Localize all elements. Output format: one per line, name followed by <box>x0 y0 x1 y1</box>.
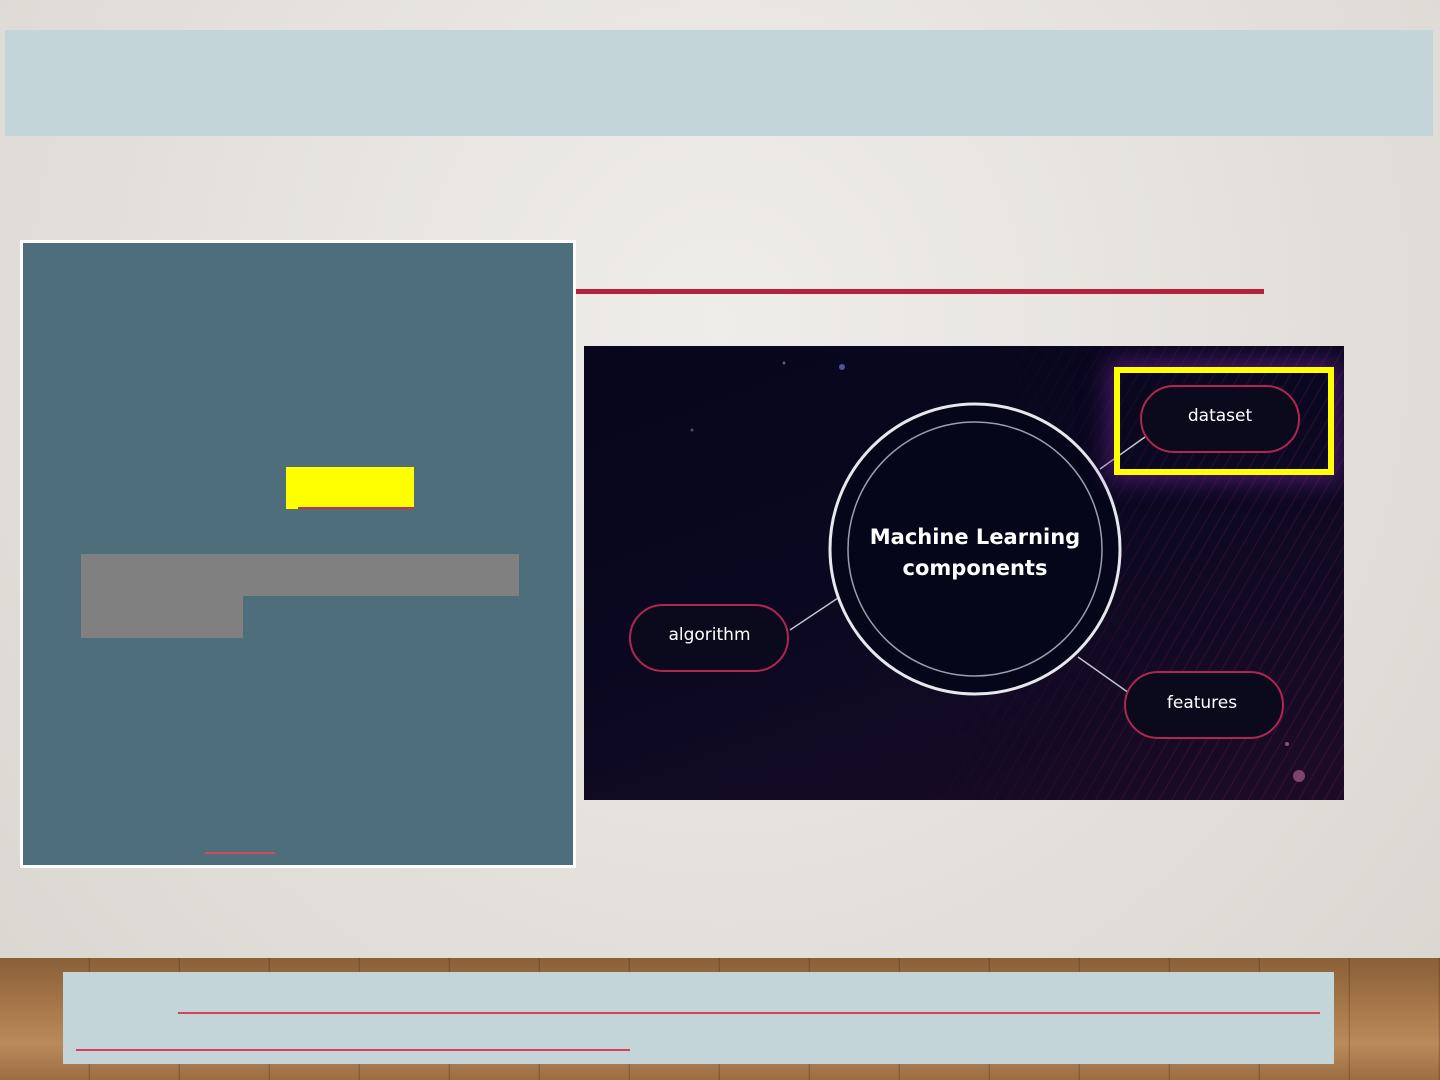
center-title-line2: components <box>902 556 1048 580</box>
star <box>782 361 786 365</box>
redacted-text-block <box>81 554 519 596</box>
caption-underline <box>178 1012 1320 1014</box>
accent-rule <box>576 289 1264 294</box>
node-label-features: features <box>1166 693 1238 713</box>
star <box>690 428 694 432</box>
ml-components-diagram: Machine Learning components dataset algo… <box>584 346 1344 800</box>
star <box>1293 770 1305 782</box>
caption-bar <box>63 972 1334 1064</box>
dataset-highlight-box <box>1114 367 1334 475</box>
connector-algorithm <box>789 597 839 631</box>
redacted-text-block-continued <box>81 596 243 638</box>
star <box>839 364 845 370</box>
connector-features <box>1077 656 1130 694</box>
title-bar <box>5 30 1433 136</box>
center-title-line1: Machine Learning <box>869 525 1081 549</box>
highlighted-text-block <box>286 467 414 509</box>
text-underline <box>298 507 414 509</box>
star <box>1285 742 1289 746</box>
node-label-algorithm: algorithm <box>668 625 751 645</box>
content-panel <box>20 240 576 868</box>
center-title: Machine Learning components <box>850 522 1100 584</box>
panel-footer-line <box>205 852 275 854</box>
caption-underline-continued <box>76 1049 630 1051</box>
